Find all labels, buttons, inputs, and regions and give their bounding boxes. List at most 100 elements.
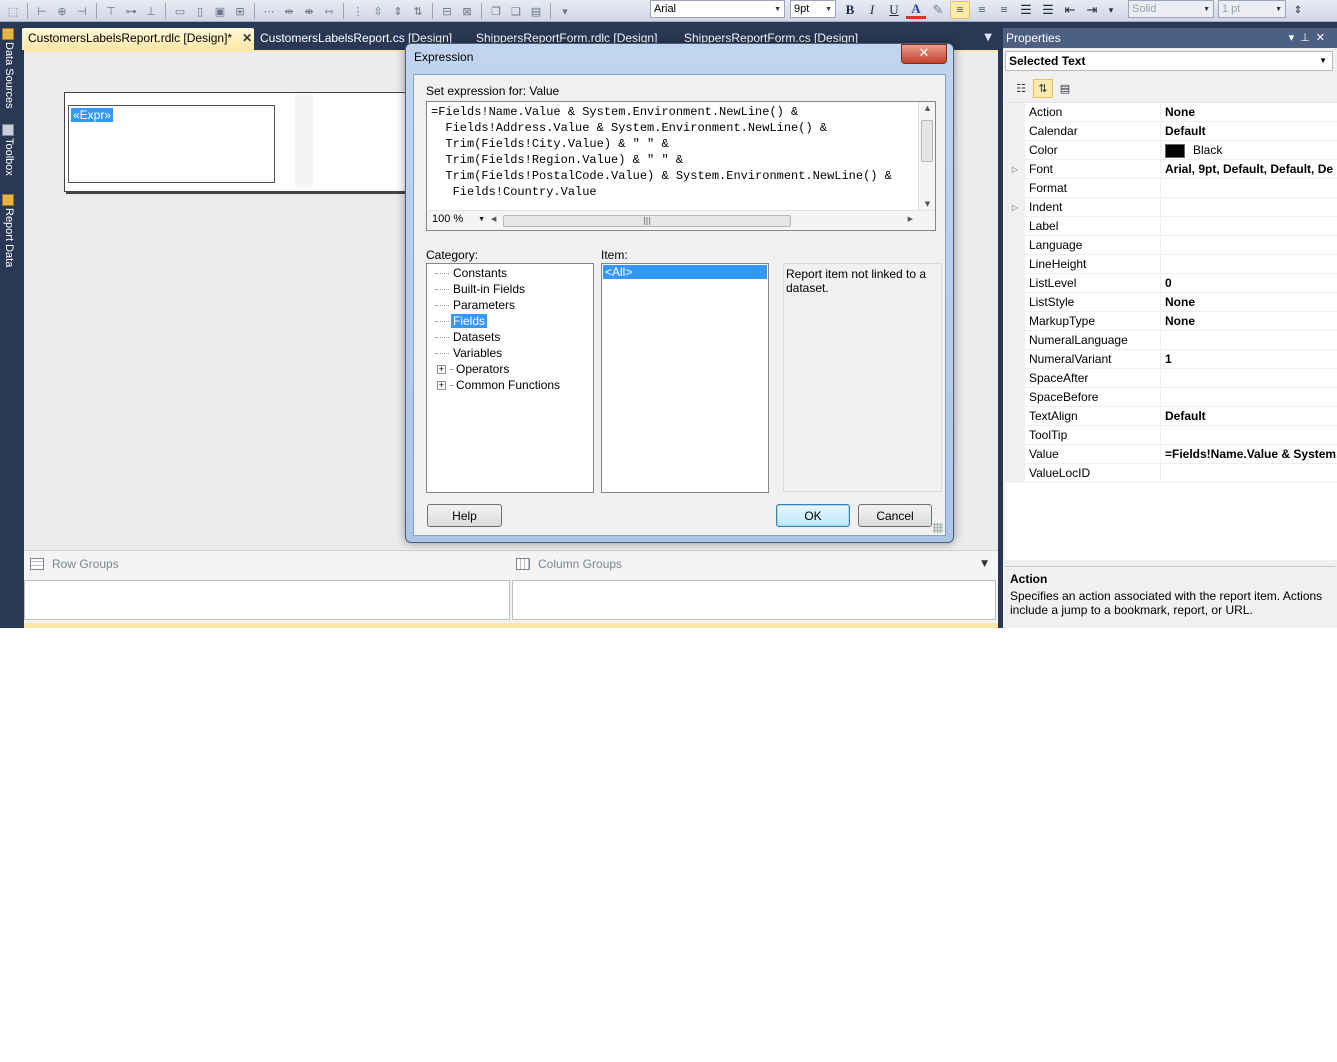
column-groups-area[interactable] [512, 580, 996, 620]
category-item[interactable]: + Common Functions [435, 377, 562, 393]
zoom-combo[interactable]: 100 % ▼ [429, 213, 487, 228]
property-row[interactable]: ListLevel 0 [1005, 274, 1337, 293]
align-middle-icon[interactable]: ⊶ [122, 3, 140, 19]
align-text-right-icon[interactable]: ≡ [994, 1, 1014, 19]
property-row[interactable]: LineHeight [1005, 255, 1337, 274]
property-row[interactable]: ▷ Font Arial, 9pt, Default, Default, De [1005, 160, 1337, 179]
align-text-left-icon[interactable]: ≡ [950, 1, 970, 19]
property-value[interactable]: None [1160, 293, 1337, 312]
object-selector[interactable]: Selected Text ▼ [1005, 51, 1333, 71]
property-row[interactable]: ListStyle None [1005, 293, 1337, 312]
same-size-icon[interactable]: ▣ [211, 3, 229, 19]
category-item[interactable]: Built-in Fields [435, 281, 527, 297]
help-button[interactable]: Help [427, 504, 502, 527]
cancel-button[interactable]: Cancel [858, 504, 932, 527]
size-to-grid-icon[interactable]: ⊞ [231, 3, 249, 19]
align-center-icon[interactable]: ⊕ [53, 3, 71, 19]
expand-plus-icon[interactable]: + [437, 380, 446, 390]
font-color-button[interactable]: A [906, 1, 926, 19]
row-groups-area[interactable] [24, 580, 510, 620]
increase-indent-icon[interactable]: ⇥ [1082, 1, 1102, 19]
property-row[interactable]: NumeralVariant 1 [1005, 350, 1337, 369]
center-horizontally-icon[interactable]: ⊟ [438, 3, 456, 19]
scroll-right-icon[interactable]: ▶ [908, 215, 913, 223]
property-row[interactable]: ▷ Indent [1005, 198, 1337, 217]
property-value[interactable] [1160, 236, 1337, 255]
dropdown-icon[interactable]: ▾ [1289, 32, 1301, 44]
property-row[interactable]: ValueLocID [1005, 464, 1337, 483]
border-style-combo[interactable]: Solid ▼ [1128, 0, 1214, 18]
align-to-grid-icon[interactable]: ⬚ [4, 3, 22, 19]
category-item[interactable]: Datasets [435, 329, 502, 345]
border-icon[interactable]: ▤ [527, 3, 545, 19]
property-row[interactable]: NumeralLanguage [1005, 331, 1337, 350]
property-value[interactable]: Arial, 9pt, Default, Default, De [1160, 160, 1337, 179]
center-vertically-icon[interactable]: ⊠ [458, 3, 476, 19]
category-tree[interactable]: Constants Built-in Fields Parameters Fields… [426, 263, 594, 493]
expression-text[interactable]: =Fields!Name.Value & System.Environment.… [431, 104, 892, 200]
background-color-icon[interactable]: ✎ [928, 1, 948, 19]
property-value[interactable] [1160, 388, 1337, 407]
align-top-icon[interactable]: ⊤ [102, 3, 120, 19]
property-row[interactable]: Color Black [1005, 141, 1337, 160]
tab-customers-labels-rdlc[interactable]: CustomersLabelsReport.rdlc [Design]* ✕ [22, 28, 254, 50]
property-value[interactable] [1160, 369, 1337, 388]
property-row[interactable]: ToolTip [1005, 426, 1337, 445]
font-name-combo[interactable]: Arial ▼ [650, 0, 785, 18]
align-text-center-icon[interactable]: ≡ [972, 1, 992, 19]
v-spacing-increase-icon[interactable]: ⇳ [369, 3, 387, 19]
property-value[interactable] [1160, 198, 1337, 217]
property-value[interactable]: None [1160, 103, 1337, 122]
same-height-icon[interactable]: ▯ [191, 3, 209, 19]
italic-button[interactable]: I [862, 1, 882, 19]
property-row[interactable]: Language [1005, 236, 1337, 255]
item-all[interactable]: <All> [603, 265, 767, 279]
property-value[interactable]: 1 [1160, 350, 1337, 369]
property-value[interactable] [1160, 179, 1337, 198]
item-list[interactable]: <All> [601, 263, 769, 493]
property-value[interactable] [1160, 426, 1337, 445]
v-spacing-remove-icon[interactable]: ⇅ [409, 3, 427, 19]
report-textbox[interactable]: «Expr» [68, 105, 275, 183]
property-row[interactable]: MarkupType None [1005, 312, 1337, 331]
alphabetical-icon[interactable]: ⇅ [1033, 78, 1053, 98]
property-row[interactable]: Calendar Default [1005, 122, 1337, 141]
toolbar-overflow-icon[interactable]: ▾ [1104, 1, 1118, 19]
category-item[interactable]: Parameters [435, 297, 517, 313]
property-row[interactable]: Label [1005, 217, 1337, 236]
property-value[interactable] [1160, 217, 1337, 236]
category-item[interactable]: Fields [435, 313, 488, 329]
category-item[interactable]: Variables [435, 345, 504, 361]
align-bottom-icon[interactable]: ⊥ [142, 3, 160, 19]
ok-button[interactable]: OK [776, 504, 850, 527]
expression-placeholder[interactable]: «Expr» [71, 108, 114, 122]
property-row[interactable]: SpaceBefore [1005, 388, 1337, 407]
underline-button[interactable]: U [884, 1, 904, 19]
property-row[interactable]: Format [1005, 179, 1337, 198]
align-right-icon[interactable]: ⊣ [73, 3, 91, 19]
bring-to-front-icon[interactable]: ❐ [487, 3, 505, 19]
property-value[interactable] [1160, 255, 1337, 274]
align-left-icon[interactable]: ⊢ [33, 3, 51, 19]
expression-editor[interactable]: =Fields!Name.Value & System.Environment.… [426, 101, 936, 231]
category-item[interactable]: Constants [435, 265, 509, 281]
bulleted-list-icon[interactable]: ☰ [1038, 1, 1058, 19]
scroll-down-icon[interactable]: ▼ [919, 200, 936, 208]
same-width-icon[interactable]: ▭ [171, 3, 189, 19]
property-value[interactable] [1160, 331, 1337, 350]
h-spacing-equal-icon[interactable]: ⋯ [260, 3, 278, 19]
property-row[interactable]: Action None [1005, 103, 1337, 122]
scroll-thumb[interactable] [921, 120, 933, 162]
property-value[interactable] [1160, 464, 1337, 483]
tab-overflow-chevron-icon[interactable]: ▼ [984, 32, 992, 43]
report-body[interactable]: «Expr» [64, 92, 424, 192]
expression-horizontal-scrollbar[interactable]: ◀ ||| ▶ [489, 214, 913, 228]
report-data-tab[interactable]: Report Data [1, 194, 16, 284]
property-value[interactable]: 0 [1160, 274, 1337, 293]
property-value[interactable]: Default [1160, 407, 1337, 426]
toolbar-overflow-icon[interactable]: ⇕ [1290, 1, 1306, 19]
font-size-combo[interactable]: 9pt ▼ [790, 0, 836, 18]
expand-plus-icon[interactable]: + [437, 364, 446, 374]
property-row[interactable]: TextAlign Default [1005, 407, 1337, 426]
decrease-indent-icon[interactable]: ⇤ [1060, 1, 1080, 19]
